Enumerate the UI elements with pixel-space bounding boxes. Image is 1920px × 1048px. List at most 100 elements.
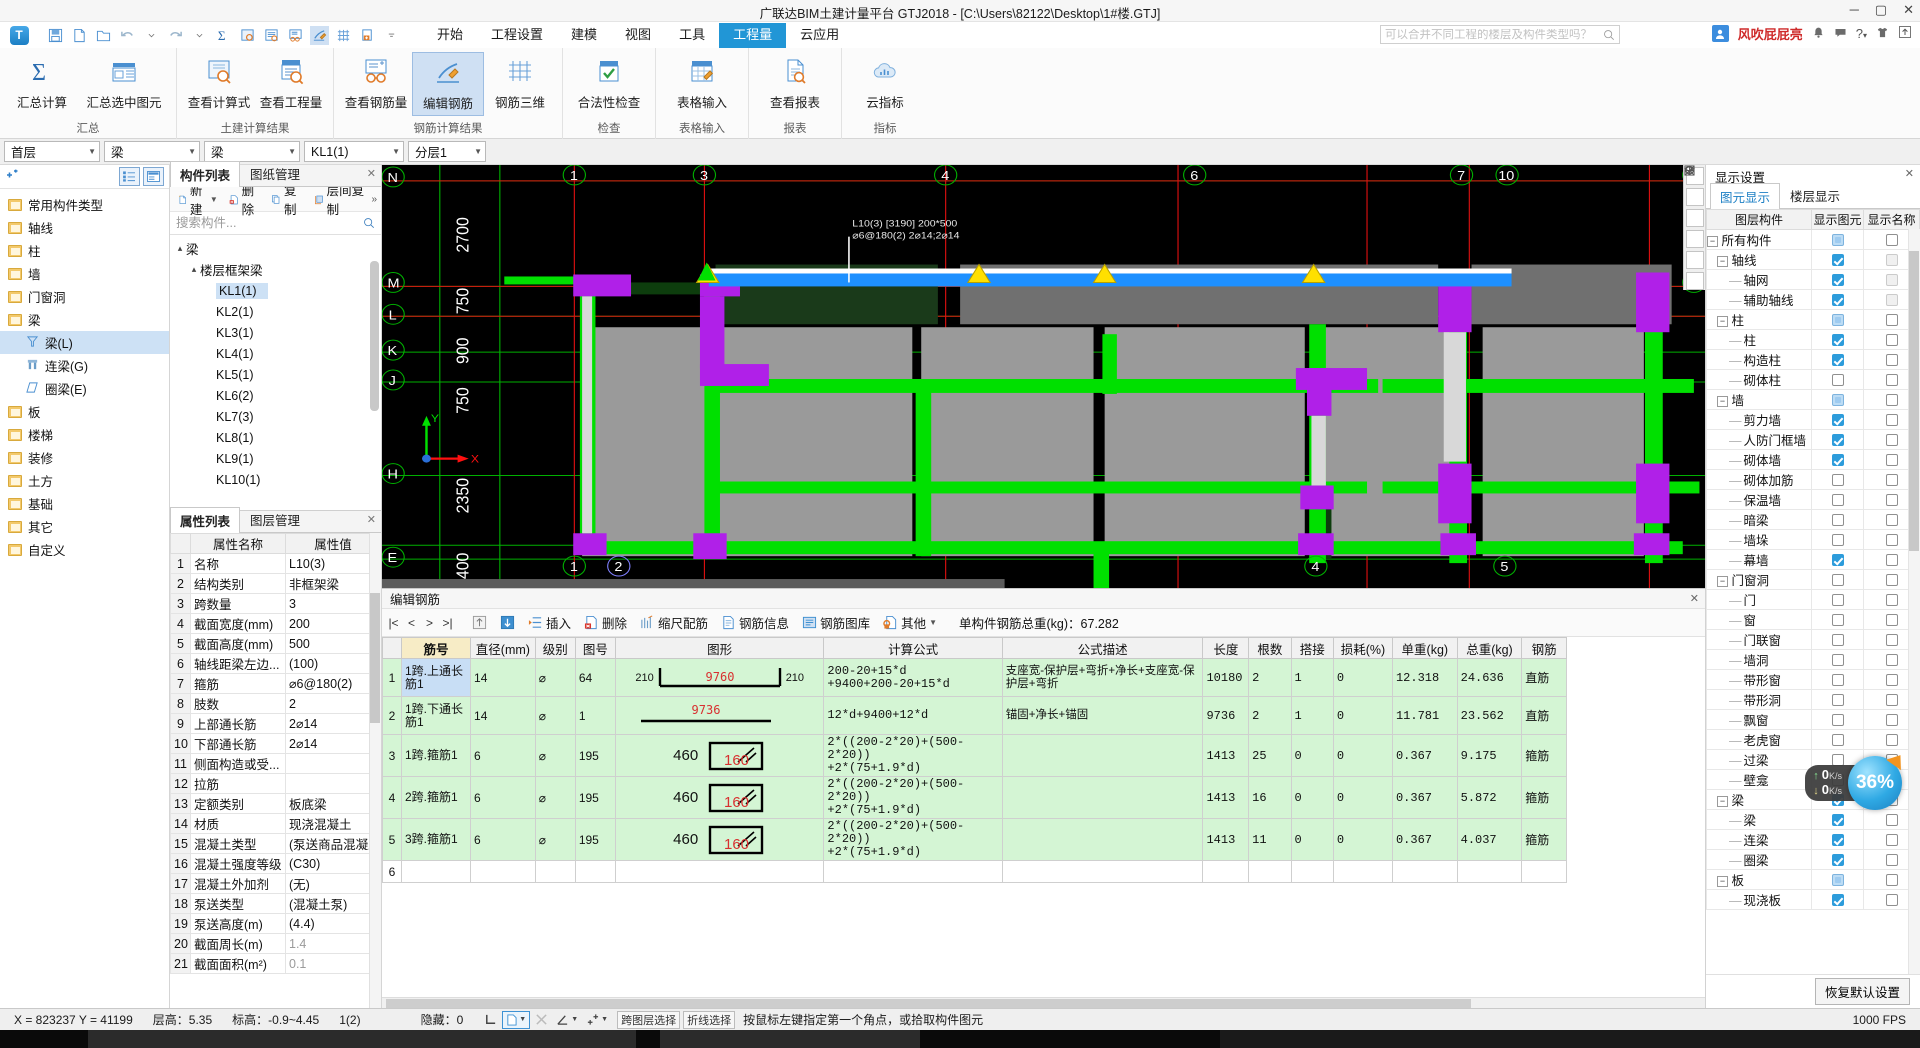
bell-icon[interactable] <box>1812 26 1825 42</box>
snap-tools[interactable]: ▼ ▼ ▼ <box>481 1010 611 1029</box>
close-icon[interactable]: ✕ <box>1690 592 1699 605</box>
col-lap[interactable]: 搭接 <box>1290 637 1334 659</box>
checkbox-unchecked[interactable] <box>1885 394 1898 407</box>
menu-item-project-settings[interactable]: 工程设置 <box>477 23 557 48</box>
expander-icon[interactable]: − <box>1717 576 1728 588</box>
more-commands-icon[interactable] <box>382 26 401 45</box>
show-element-cell[interactable] <box>1811 429 1864 450</box>
prev-record-button[interactable]: < <box>404 616 419 630</box>
component-item-kl9[interactable]: KL9(1) <box>170 448 381 469</box>
rebar-info-button[interactable]: 钢筋信息 <box>716 611 794 634</box>
show-element-cell[interactable] <box>1811 869 1864 890</box>
add-icon[interactable] <box>358 26 377 45</box>
table-row[interactable]: — 轴网 <box>1706 269 1920 290</box>
tree-item-axis[interactable]: 轴线 <box>0 216 169 239</box>
checkbox-unchecked[interactable] <box>1831 374 1844 387</box>
first-record-button[interactable]: |< <box>386 616 401 630</box>
view-quantity-icon[interactable] <box>262 26 281 45</box>
zoom-window-icon[interactable] <box>1685 166 1704 206</box>
undo-icon[interactable] <box>118 26 137 45</box>
minimize-icon[interactable]: ─ <box>1850 2 1859 18</box>
tree-item-common[interactable]: 常用构件类型 <box>0 193 169 216</box>
component-tree-scrollbar[interactable] <box>370 261 379 411</box>
table-row[interactable]: — 飘窗 <box>1706 709 1920 730</box>
col-length[interactable]: 长度 <box>1202 637 1250 659</box>
measure-icon[interactable] <box>1684 165 1704 269</box>
offset-snap-icon[interactable]: ▼ <box>583 1011 611 1029</box>
menu-item-view[interactable]: 视图 <box>611 23 665 48</box>
checkbox-unchecked[interactable] <box>1885 514 1898 527</box>
cad-canvas[interactable]: L10(3) [3190] 200*500 ⌀6@180(2) 2⌀14;2⌀1… <box>382 165 1705 588</box>
tree-item-earthwork[interactable]: 土方 <box>0 469 169 492</box>
table-row[interactable]: 16 混凝土强度等级 (C30) <box>170 853 381 874</box>
ribbon-button-view-quantity[interactable]: 查看工程量 <box>255 52 327 114</box>
show-element-cell[interactable] <box>1811 349 1864 370</box>
col-rebar-type[interactable]: 钢筋 <box>1521 637 1567 659</box>
show-element-cell[interactable] <box>1811 369 1864 390</box>
table-row[interactable]: — 梁 <box>1706 809 1920 830</box>
checkbox-unchecked[interactable] <box>1885 374 1898 387</box>
layer-select[interactable]: 分层1 ▼ <box>408 141 486 162</box>
table-row[interactable]: — 暗梁 <box>1706 509 1920 530</box>
tab-element-display[interactable]: 图元显示 <box>1710 183 1781 209</box>
ribbon-button-summary-selected[interactable]: 汇总选中图元 <box>78 52 170 114</box>
checkbox-unchecked[interactable] <box>1831 654 1844 667</box>
restore-defaults-button[interactable]: 恢复默认设置 <box>1814 978 1910 1005</box>
table-row[interactable]: 13 定额类别 板底梁 <box>170 793 381 814</box>
tab-property-list[interactable]: 属性列表 <box>170 507 241 533</box>
checkbox-checked[interactable] <box>1831 254 1844 267</box>
table-row[interactable]: 4 截面宽度(mm) 200 <box>170 613 381 634</box>
table-row[interactable]: — 砌体墙 <box>1706 449 1920 470</box>
shape-cell[interactable]: 210 9760 210 <box>614 658 825 697</box>
table-row[interactable]: — 老虎窗 <box>1706 729 1920 750</box>
import-down-button[interactable] <box>495 613 520 632</box>
component-group-frame-beam[interactable]: ▴ 楼层框架梁 <box>170 259 381 280</box>
open-folder-icon[interactable] <box>94 26 113 45</box>
component-item-kl4[interactable]: KL4(1) <box>170 343 381 364</box>
other-button[interactable]: 其他 ▼ <box>878 611 942 634</box>
detail-view-icon[interactable] <box>143 167 164 186</box>
ribbon-button-view-report[interactable]: 查看报表 <box>755 52 835 114</box>
redo-icon[interactable] <box>166 26 185 45</box>
table-row[interactable]: — 现浇板 <box>1706 889 1920 910</box>
table-row[interactable]: 2 结构类别 非框架梁 <box>170 573 381 594</box>
window-controls[interactable]: ─ ▢ ✕ <box>1850 2 1914 18</box>
show-element-cell[interactable] <box>1811 669 1864 690</box>
tree-item-link-beam-G[interactable]: 连梁(G) <box>0 354 169 377</box>
scrollbar-thumb[interactable] <box>370 593 380 723</box>
checkbox-checked[interactable] <box>1831 894 1844 907</box>
close-icon[interactable]: ✕ <box>367 167 376 180</box>
component-item-kl2[interactable]: KL2(1) <box>170 301 381 322</box>
next-record-button[interactable]: > <box>422 616 437 630</box>
ribbon-button-edit-rebar[interactable]: 编辑钢筋 <box>412 52 484 116</box>
checkbox-checked[interactable] <box>1831 854 1844 867</box>
tree-item-custom[interactable]: 自定义 <box>0 538 169 561</box>
checkbox-unchecked[interactable] <box>1885 414 1898 427</box>
tab-drawing-manager[interactable]: 图纸管理 <box>240 160 310 186</box>
tree-item-wall[interactable]: 墙 <box>0 262 169 285</box>
component-item-kl6[interactable]: KL6(2) <box>170 385 381 406</box>
close-icon[interactable]: ✕ <box>1903 2 1914 18</box>
checkbox-unchecked[interactable] <box>1885 614 1898 627</box>
expander-icon[interactable]: ▴ <box>174 243 186 254</box>
dock-toolbar[interactable]: |< < > >| 插入 删除 缩尺配筋 钢筋信息 钢筋图库 其他 ▼ 单构件钢筋… <box>382 609 1705 637</box>
redo-dropdown-icon[interactable] <box>190 26 209 45</box>
ribbon-button-summary-calc[interactable]: Σ 汇总计算 <box>6 52 78 114</box>
shirt-icon[interactable] <box>1876 26 1889 42</box>
col-unit-weight[interactable]: 单重(kg) <box>1391 637 1458 659</box>
table-row[interactable]: − 轴线 <box>1706 249 1920 270</box>
show-element-cell[interactable] <box>1811 729 1864 750</box>
tree-item-ring-beam-E[interactable]: 圈梁(E) <box>0 377 169 400</box>
checkbox-unchecked[interactable] <box>1831 614 1844 627</box>
show-element-cell[interactable] <box>1811 829 1864 850</box>
show-element-cell[interactable] <box>1811 849 1864 870</box>
component-item-kl5[interactable]: KL5(1) <box>170 364 381 385</box>
table-row[interactable]: 17 混凝土外加剂 (无) <box>170 873 381 894</box>
checkbox-checked[interactable] <box>1831 434 1844 447</box>
expander-icon[interactable]: − <box>1717 396 1728 408</box>
checkbox-unchecked[interactable] <box>1885 534 1898 547</box>
checkbox-checked[interactable] <box>1831 334 1844 347</box>
table-row[interactable]: 3 跨数量 3 <box>170 593 381 614</box>
scrollbar-thumb[interactable] <box>1909 251 1919 551</box>
ribbon-button-view-rebar-qty[interactable]: 查看钢筋量 <box>340 52 412 114</box>
